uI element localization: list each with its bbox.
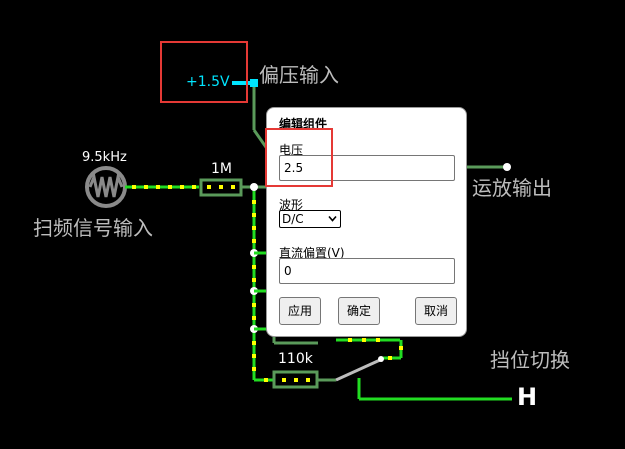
- switch-right-dot: [399, 346, 403, 350]
- voltage-highlight-box: [265, 128, 333, 187]
- switch-right-dot-2: [388, 356, 392, 360]
- waveform-select[interactable]: D/C: [279, 210, 341, 228]
- ok-button[interactable]: 确定: [338, 297, 380, 325]
- sweep-waveform-icon: [88, 171, 124, 198]
- resistor-1m-current-dots: [207, 185, 235, 189]
- opamp-output-label: 运放输出: [472, 176, 552, 200]
- bias-input-label: 偏压输入: [259, 63, 339, 87]
- apply-button[interactable]: 应用: [279, 297, 321, 325]
- switch-position-label[interactable]: H: [517, 385, 537, 409]
- resistor-1m-label: 1M: [211, 161, 232, 177]
- range-switch-label: 挡位切换: [490, 348, 570, 372]
- dc-offset-input[interactable]: 0: [279, 258, 455, 284]
- bias-highlight-box: [160, 41, 248, 103]
- sweep-frequency-label: 9.5kHz: [82, 150, 127, 165]
- chevron-down-icon: [328, 215, 337, 222]
- sweep-source-symbol[interactable]: [85, 166, 127, 208]
- cancel-button[interactable]: 取消: [415, 297, 457, 325]
- waveform-select-value: D/C: [282, 212, 304, 226]
- bias-node[interactable]: [250, 79, 258, 87]
- range-switch-pivot[interactable]: [378, 356, 384, 362]
- range-switch-lever[interactable]: [335, 358, 381, 382]
- resistor-110k-label: 110k: [278, 351, 313, 367]
- sweep-input-label: 扫频信号输入: [33, 216, 153, 240]
- opamp-output-node[interactable]: [503, 163, 511, 171]
